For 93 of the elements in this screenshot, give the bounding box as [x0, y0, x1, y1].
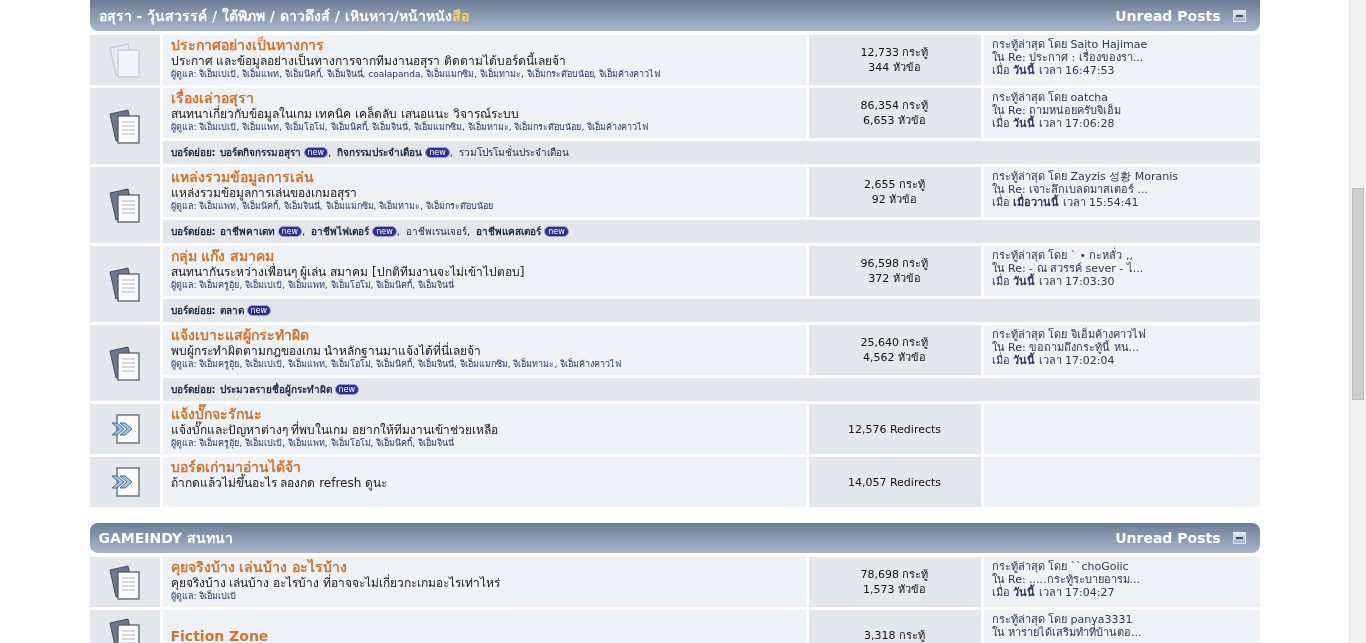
separator-comma: , [396, 226, 400, 237]
subforum-label: บอร์ดย่อย: [170, 383, 216, 397]
subforum-label: บอร์ดย่อย: [170, 146, 216, 160]
new-badge: new [334, 384, 360, 395]
thread-count: 372 หัวข้อ [868, 271, 921, 286]
separator-comma: , [449, 147, 453, 158]
moderators-list: ผู้ดูแล: จิเอ็มเปเป้, จิเอ็มแพท, จิเอ็มนิคกี้, จิเอ็มจินนี่, coalapanda, จิเอ็มแมกซิม, จิเอ็มทามะ, จิเอ็มกระต๊อบน้อย, จิเอ็มค้างคาวไฟ [170, 68, 798, 81]
forum-title[interactable]: ประกาศอย่างเป็นทางการ [170, 37, 324, 54]
thread-count: 4,562 หัวข้อ [863, 350, 926, 365]
forum-description: แจ้งบั๊กและปัญหาต่างๆ ที่พบในเกม อยากให้ทีมงานเข้าช่วยเหลือ [170, 423, 500, 437]
read-forum-icon [107, 41, 142, 79]
unread-forum-icon [107, 616, 142, 643]
forum-description: ประกาศ และข้อมูลอย่างเป็นทางการจากทีมงานอสุรา ติดตามได้บอร์ดนี้เลยจ้า [170, 54, 567, 68]
thread-count: 344 หัวข้อ [868, 60, 921, 75]
forum-description: คุยจริงบ้าง เล่นบ้าง อะไรบ้าง ที่อาจจะไม่เกี่ยวกะเกมอะไรเท่าไหร่ [170, 576, 501, 590]
thread-count: 92 หัวข้อ [871, 192, 918, 207]
forum-description: แหล่งรวมข้อมูลการเล่นของเกมอสุรา [170, 186, 357, 200]
subforum-label: บอร์ดย่อย: [170, 225, 216, 239]
new-badge: new [246, 305, 272, 316]
forum-title[interactable]: แจ้งเบาะแสผู้กระทำผิด [170, 327, 309, 344]
last-post-time: เมื่อ วันนี้ เวลา 17:03:30 [991, 275, 1116, 288]
last-post-thread: ใน Re: .....กระทู้ระบายอารม... [991, 573, 1142, 586]
post-count: 86,354 กระทู้ [860, 98, 929, 113]
forum-title[interactable]: Fiction Zone [170, 627, 269, 643]
forum-title[interactable]: เรื่องเล่าอสุรา [170, 90, 254, 107]
separator-comma: , [466, 226, 471, 237]
post-count: 25,640 กระทู้ [860, 335, 929, 350]
moderators-list: ผู้ดูแล: จิเอ็มครูอุ้ย, จิเอ็มเปเป้, จิเอ็มแพท, จิเอ็มโอโม่, จิเอ็มนิคกี้, จิเอ็มจินนี่ [170, 279, 798, 292]
last-post-author: กระทู้ล่าสุด โดย ``choGoiic [991, 560, 1130, 573]
forum-description: สนทนาเกี่ยวกับข้อมูลในเกม เทคนิค เคล็ดลับ เสนอแนะ วิจารณ์ระบบ [170, 107, 519, 121]
unread-posts-link[interactable]: Unread Posts [1115, 7, 1221, 24]
subforum-link[interactable]: ประมวลรายชื่อผู้กระทำผิด [219, 382, 332, 397]
post-count: 3,318 กระทู้ [864, 627, 925, 643]
last-post-author: กระทู้ล่าสุด โดย ` • กะหลั่ว ,, [991, 249, 1134, 262]
unread-forum-icon [107, 186, 142, 224]
unread-forum-icon [107, 107, 142, 145]
last-post-thread: ใน Re: ขอถามถึงกระทู้นี้ หน... [991, 341, 1141, 354]
last-post-thread: ใน หารายได้เสริมทำที่บ้านตอ... [991, 626, 1143, 639]
redirect-count: 12,576 Redirects [847, 421, 942, 437]
category-title[interactable]: อสุรา - วุ้นสวรรค์ / ใต้พิภพ / ดาวดึงส์ / เหินหาว/หน้าหนังสือ [98, 4, 469, 27]
last-post-time: เมื่อ วันนี้ เวลา 17:04:27 [991, 586, 1115, 599]
scrollbar[interactable] [1349, 0, 1366, 643]
moderators-list: ผู้ดูแล: จิเอ็มเปเป้, จิเอ็มแพท, จิเอ็มโอโม่, จิเอ็มนิคกี้, จิเอ็มจินนี่, จิเอ็มแมกซิม, จิเอ็มทามะ, จิเอ็มกระต๊อบน้อย, จิเอ็มค้างคาวไฟ [170, 121, 798, 134]
last-post-author: กระทู้ล่าสุด โดย oatcha [991, 91, 1109, 104]
thread-count: 1,573 หัวข้อ [863, 582, 926, 597]
new-badge: new [425, 147, 450, 158]
forum-title[interactable]: คุยจริงบ้าง เล่นบ้าง อะไรบ้าง [170, 559, 348, 576]
last-post-time: เมื่อ วันนี้ เวลา 17:06:28 [991, 117, 1116, 130]
moderators-list: ผู้ดูแล: จิเอ็มเปเป้ [170, 590, 798, 603]
subforum-link[interactable]: อาชีพแคสเตอร์ [476, 224, 542, 239]
collapse-button[interactable] [1232, 9, 1246, 22]
subforum-link[interactable]: อาชีพไฟเตอร์ [311, 224, 370, 239]
subforum-link[interactable]: ตลาด [219, 303, 244, 318]
subforum-label: บอร์ดย่อย: [170, 304, 216, 318]
unread-forum-icon [107, 265, 142, 303]
unread-posts-link[interactable]: Unread Posts [1115, 530, 1221, 546]
category-title[interactable]: GAMEINDY สนทนา [98, 527, 233, 549]
post-count: 96,598 กระทู้ [860, 256, 929, 271]
collapse-button[interactable] [1232, 532, 1246, 544]
last-post-author: กระทู้ล่าสุด โดย panya3331 [991, 613, 1133, 626]
subforum-link[interactable]: กิจกรรมประจำเดือน [337, 145, 423, 160]
scrollbar-thumb[interactable] [1352, 188, 1364, 400]
moderators-list: ผู้ดูแล: จิเอ็มครูอุ้ย, จิเอ็มเปเป้, จิเอ็มแพท, จิเอ็มโอโม่, จิเอ็มนิคกี้, จิเอ็มจินนี่ [170, 437, 798, 450]
unread-forum-icon [107, 344, 142, 382]
forum-title[interactable]: แหล่งรวมข้อมูลการเล่น [170, 169, 314, 186]
new-badge: new [544, 226, 569, 237]
moderators-list: ผู้ดูแล: จิเอ็มแพท, จิเอ็มนิคกี้, จิเอ็มจินนี่, จิเอ็มแมกซิม, จิเอ็มทามะ, จิเอ็มกระต๊อบน้อย [170, 200, 798, 213]
forum-description: สนทนากันระหว่างเพื่อนๆ ผู้เล่น สมาคม [ปกติทีมงานจะไม่เข้าไปตอบ] [170, 265, 526, 279]
new-badge: new [372, 226, 397, 237]
post-count: 2,655 กระทู้ [864, 177, 925, 192]
subforum-link[interactable]: บอร์ดกิจกรรมอสุรา [219, 145, 301, 160]
last-post-author: กระทู้ล่าสุด โดย Saito Hajimae [991, 38, 1149, 51]
last-post-time: เมื่อ วันนี้ เวลา 16:47:53 [991, 64, 1116, 77]
last-post-author: กระทู้ล่าสุด โดย Zayzis 성황 Moranis [991, 170, 1180, 183]
last-post-author: กระทู้ล่าสุด โดย จิเอ็มค้างคาวไฟ [991, 328, 1147, 341]
subforum-link[interactable]: อาชีพคาเดท [219, 224, 275, 239]
subforum-link[interactable]: รวมโปรโมชั่นประจำเดือน [458, 145, 569, 160]
new-badge: new [303, 147, 329, 158]
last-post-time: เมื่อ วันนี้ เวลา 17:02:04 [991, 354, 1116, 367]
subforum-link[interactable]: อาชีพเรนเจอร์ [405, 224, 467, 239]
separator-comma: , [302, 226, 306, 237]
redirect-count: 14,057 Redirects [847, 474, 942, 490]
forum-title[interactable]: กลุ่ม แก๊ง สมาคม [170, 248, 275, 265]
new-badge: new [277, 226, 303, 237]
post-count: 12,733 กระทู้ [860, 45, 929, 60]
post-count: 78,698 กระทู้ [860, 567, 929, 582]
thread-count: 6,653 หัวข้อ [863, 113, 926, 128]
moderators-list: ผู้ดูแล: จิเอ็มครูอุ้ย, จิเอ็มเปเป้, จิเอ็มแพท, จิเอ็มโอโม่, จิเอ็มนิคกี้, จิเอ็มจินนี่, จิเอ็มแมกซิม, จิเอ็มทามะ, จิเอ็มค้างคาวไฟ [170, 358, 798, 371]
separator-comma: , [328, 147, 332, 158]
last-post-time: เมื่อ เมื่อวานนี้ เวลา 15:54:41 [991, 196, 1140, 209]
forum-description: พบผู้กระทำผิดตามกฎของเกม นำหลักฐานมาแจ้งได้ที่นี่เลยจ้า [170, 344, 482, 358]
forum-description: ถ้ากดแล้วไม่ขึ้นอะไร ลองกด refresh ดูนะ [170, 476, 389, 490]
unread-forum-icon [107, 563, 142, 601]
